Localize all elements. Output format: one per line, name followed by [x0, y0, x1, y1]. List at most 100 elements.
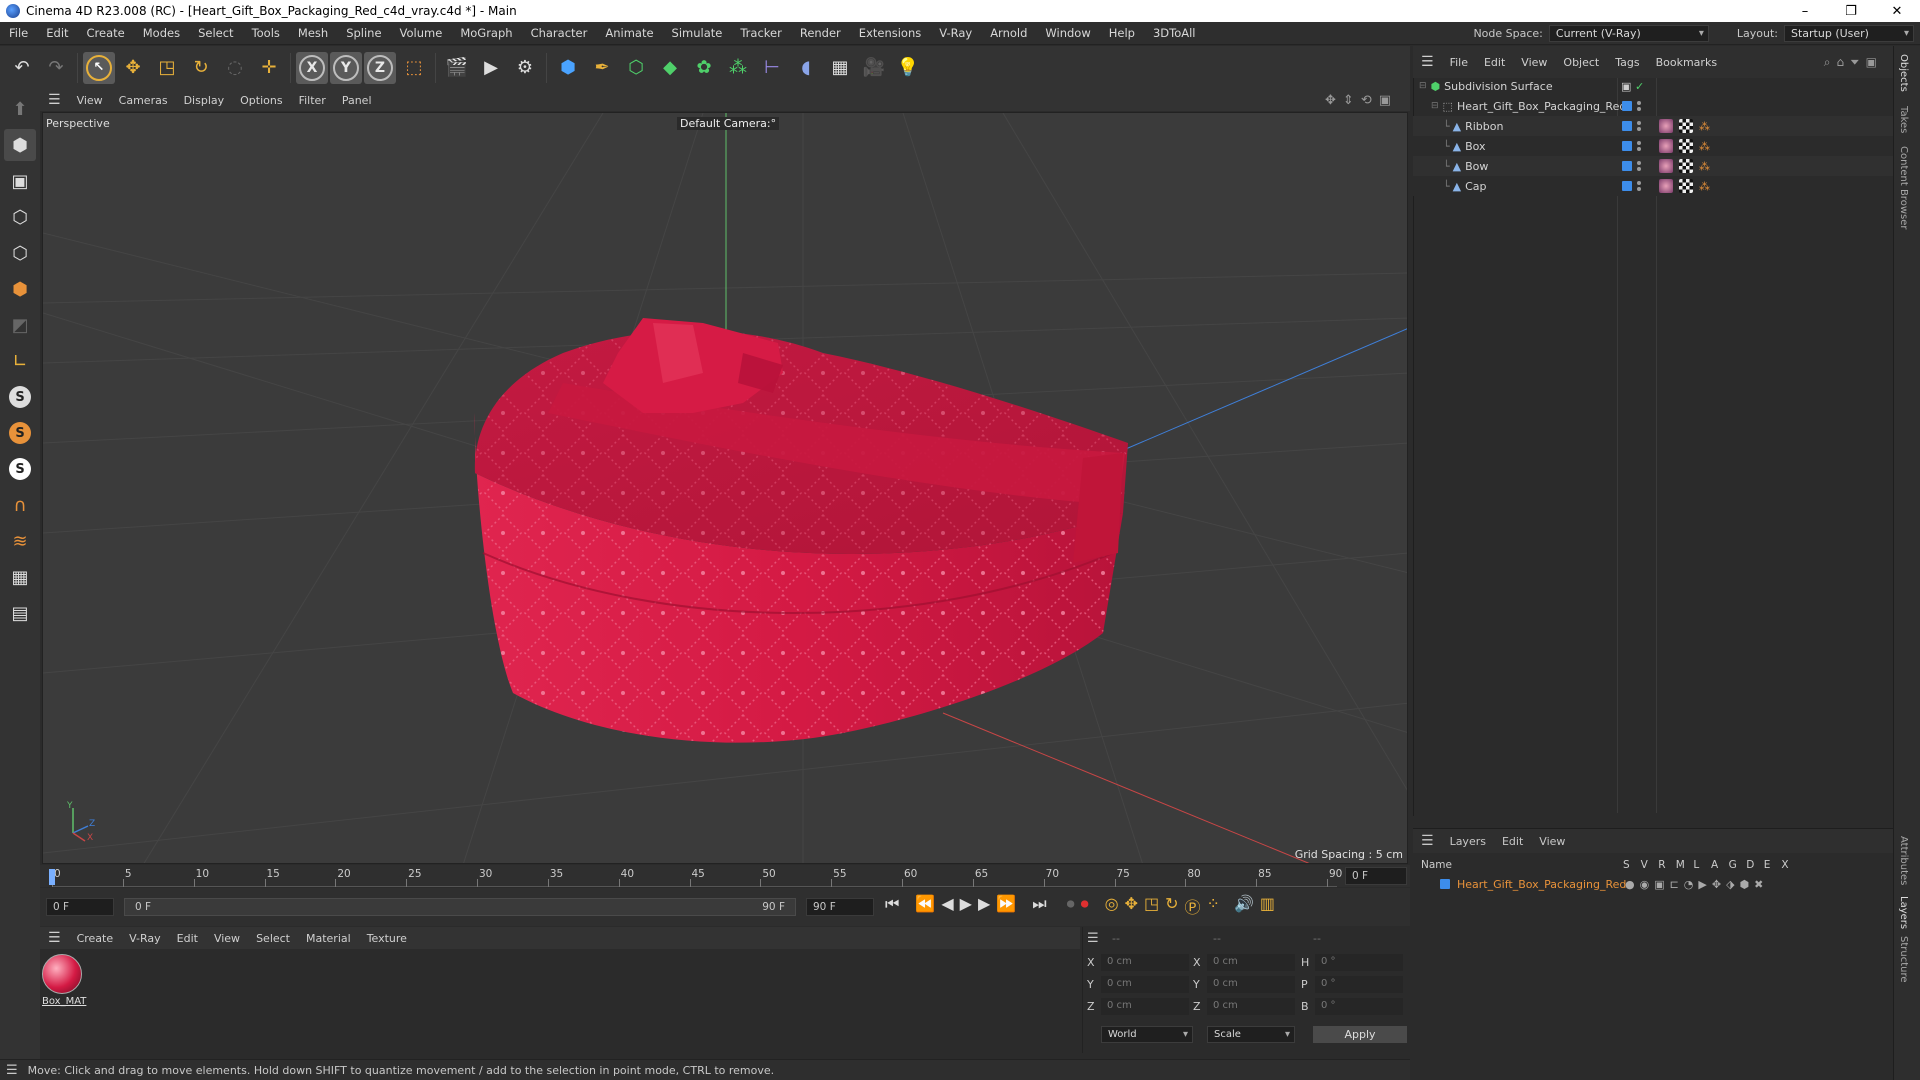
uvw-tag-icon[interactable] [1679, 139, 1693, 153]
timeline-ruler[interactable]: 0 5 10 15 20 25 30 35 40 45 50 55 60 65 70 75 80 85 90 0 F [40, 865, 1410, 887]
light-icon[interactable]: 💡 [892, 52, 924, 84]
hamburger-icon[interactable]: ☰ [1413, 833, 1442, 849]
layer-menu-edit[interactable]: Edit [1494, 835, 1531, 848]
node-space-dropdown[interactable]: Current (V-Ray) [1548, 25, 1709, 42]
object-row-ribbon[interactable]: └ ▲ Ribbon ⁂ [1413, 116, 1893, 136]
layer-toggle-icons[interactable]: ●◉▣⊏◔▶✥⬗⬢✖ [1625, 878, 1768, 891]
model-mode-icon[interactable]: ⬢ [4, 129, 36, 161]
uvw-tag-icon[interactable] [1679, 179, 1693, 193]
floor-icon[interactable]: ▦ [824, 52, 856, 84]
timeline-icon[interactable]: ▥ [1260, 894, 1275, 918]
cloner-icon[interactable]: ✿ [688, 52, 720, 84]
menu-modes[interactable]: Modes [134, 26, 189, 40]
render-picture-viewer-icon[interactable]: ▶ [475, 52, 507, 84]
viewport-menu-filter[interactable]: Filter [291, 94, 334, 107]
minimize-button[interactable]: – [1782, 0, 1828, 22]
material-swatch[interactable]: Box_MAT [42, 954, 86, 1012]
viewport-menu-view[interactable]: View [69, 94, 111, 107]
snap-s-icon[interactable]: S [4, 381, 36, 413]
menu-help[interactable]: Help [1100, 26, 1144, 40]
workplane-grid-icon[interactable]: ▤ [4, 597, 36, 629]
deformer-icon[interactable]: ⊢ [756, 52, 788, 84]
live-selection-icon[interactable]: ✛ [253, 52, 285, 84]
material-menu-edit[interactable]: Edit [169, 932, 206, 945]
viewport-menu-options[interactable]: Options [232, 94, 290, 107]
viewport-menu-display[interactable]: Display [176, 94, 233, 107]
maximize-button[interactable]: ❐ [1828, 0, 1874, 22]
cube-object-icon[interactable]: ⬢ [552, 52, 584, 84]
material-menu-vray[interactable]: V-Ray [121, 932, 169, 945]
recent-tool-icon[interactable]: ◌ [219, 52, 251, 84]
coord-value-field[interactable]: 0 cm [1207, 954, 1295, 971]
menu-arnold[interactable]: Arnold [981, 26, 1036, 40]
coord-value-field[interactable]: 0 ° [1315, 954, 1403, 971]
y-axis-lock-button[interactable]: Y [330, 51, 362, 84]
visibility-dots-icon[interactable] [1637, 101, 1641, 111]
menu-3dtoall[interactable]: 3DToAll [1144, 26, 1205, 40]
layer-column-header[interactable]: D [1746, 859, 1754, 871]
next-frame-icon[interactable]: ▶ [978, 894, 990, 918]
layer-column-header[interactable]: E [1764, 859, 1771, 871]
parameter-key-icon[interactable]: Ⓟ [1185, 894, 1201, 918]
polygons-mode-icon[interactable]: ⬢ [4, 273, 36, 305]
record-icon[interactable]: ⏺ [1081, 894, 1089, 918]
coord-value-field[interactable]: 0 ° [1315, 976, 1403, 993]
tab-objects[interactable]: Objects [1898, 54, 1909, 92]
tab-takes[interactable]: Takes [1898, 106, 1909, 133]
select-tool-icon[interactable]: ↖ [83, 51, 115, 84]
layer-color-icon[interactable] [1622, 161, 1632, 171]
viewport-menu-cameras[interactable]: Cameras [111, 94, 176, 107]
snap-s-orange-icon[interactable]: S [4, 417, 36, 449]
point-level-icon[interactable]: ⁘ [1207, 894, 1220, 918]
menu-file[interactable]: File [0, 26, 37, 40]
menu-extensions[interactable]: Extensions [850, 26, 930, 40]
layer-column-header[interactable]: Name [1421, 859, 1452, 871]
material-tag-icon[interactable] [1659, 139, 1673, 153]
enabled-check-icon[interactable]: ✓ [1635, 80, 1644, 93]
menu-window[interactable]: Window [1036, 26, 1099, 40]
make-editable-icon[interactable]: ⬆ [4, 93, 36, 125]
hamburger-icon[interactable]: ☰ [1087, 931, 1099, 946]
layer-color-swatch[interactable] [1440, 879, 1450, 889]
layer-column-header[interactable]: S [1623, 859, 1630, 871]
menu-edit[interactable]: Edit [37, 26, 77, 40]
magnet-icon[interactable]: ∩ [4, 489, 36, 521]
layer-color-icon[interactable] [1622, 101, 1632, 111]
object-menu-view[interactable]: View [1513, 56, 1555, 69]
menu-character[interactable]: Character [522, 26, 597, 40]
coordinate-system-icon[interactable]: ⬚ [398, 52, 430, 84]
material-tag-icon[interactable] [1659, 119, 1673, 133]
coord-value-field[interactable]: 0 ° [1315, 998, 1403, 1015]
render-settings-icon[interactable]: ⚙ [509, 52, 541, 84]
material-menu-create[interactable]: Create [69, 932, 122, 945]
rotate-tool-icon[interactable]: ↻ [185, 52, 217, 84]
menu-select[interactable]: Select [189, 26, 242, 40]
field-icon[interactable]: ◖ [790, 52, 822, 84]
menu-simulate[interactable]: Simulate [663, 26, 732, 40]
apply-button[interactable]: Apply [1313, 1026, 1407, 1043]
layout-dropdown[interactable]: Startup (User) [1784, 25, 1914, 42]
material-menu-texture[interactable]: Texture [359, 932, 415, 945]
menu-tools[interactable]: Tools [243, 26, 289, 40]
layer-stack-icon[interactable]: ≋ [4, 525, 36, 557]
visibility-dots-icon[interactable] [1637, 161, 1641, 171]
layer-color-icon[interactable] [1622, 181, 1632, 191]
tab-structure[interactable]: Structure [1898, 936, 1909, 983]
z-axis-lock-button[interactable]: Z [364, 51, 396, 84]
snap-s-white-icon[interactable]: S [4, 453, 36, 485]
current-frame-field[interactable]: 0 F [1345, 867, 1407, 885]
layer-column-header[interactable]: A [1711, 859, 1718, 871]
object-row-subdivision[interactable]: ⊟ ⬢ Subdivision Surface ▣ ✓ [1413, 76, 1893, 96]
viewport-menu-panel[interactable]: Panel [334, 94, 380, 107]
layer-column-header[interactable]: G [1729, 859, 1737, 871]
coord-value-field[interactable]: 0 cm [1101, 998, 1189, 1015]
pen-spline-icon[interactable]: ✒ [586, 52, 618, 84]
x-axis-lock-button[interactable]: X [296, 51, 328, 84]
hamburger-icon[interactable]: ☰ [40, 92, 69, 108]
move-tool-icon[interactable]: ✥ [117, 52, 149, 84]
menu-animate[interactable]: Animate [596, 26, 662, 40]
camera-icon[interactable]: 🎥 [858, 52, 890, 84]
material-tag-icon[interactable] [1659, 179, 1673, 193]
go-to-start-icon[interactable]: ⏮ [885, 894, 899, 918]
undo-icon[interactable]: ↶ [6, 52, 38, 84]
